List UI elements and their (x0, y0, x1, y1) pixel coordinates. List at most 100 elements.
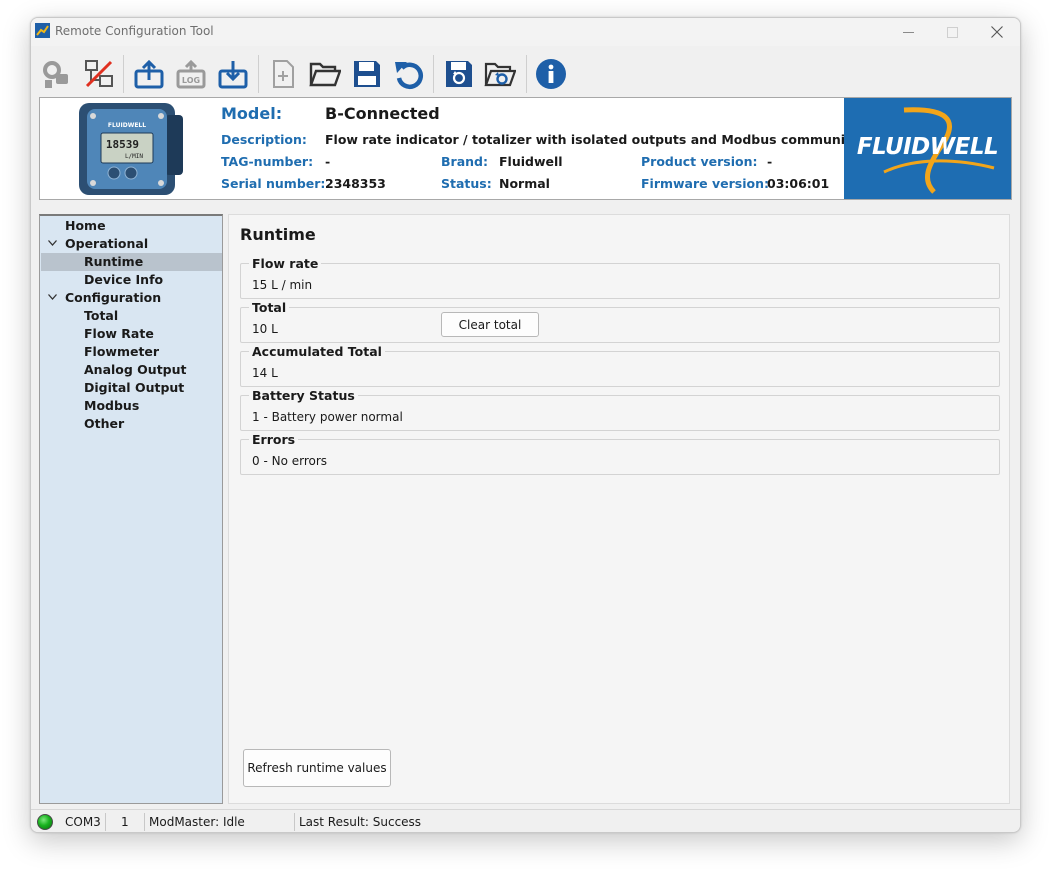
tree-item-flow-rate[interactable]: Flow Rate (84, 325, 154, 343)
connect-button[interactable] (38, 56, 74, 92)
app-icon (35, 23, 50, 38)
tree-item-home[interactable]: Home (65, 217, 106, 235)
toolbar-separator (123, 55, 124, 93)
tree-item-flowmeter[interactable]: Flowmeter (84, 343, 159, 361)
device-display-unit: L/MIN (125, 153, 143, 160)
connection-status-icon (37, 814, 53, 830)
description-value: Flow rate indicator / totalizer with iso… (325, 132, 889, 147)
battery-status-group: Battery Status 1 - Battery power normal (240, 388, 1000, 431)
download-icon (218, 61, 248, 89)
app-window: Remote Configuration Tool LOG FLUIDWELL … (30, 17, 1021, 833)
firmware-version-value: 03:06:01 (767, 176, 830, 191)
logo-text: FLUIDWELL (856, 134, 999, 160)
tree-item-total[interactable]: Total (84, 307, 118, 325)
total-group: Total 10 L Clear total (240, 300, 1000, 343)
status-last-result: Last Result: Success (299, 815, 422, 829)
total-title: Total (249, 300, 290, 315)
close-button[interactable] (976, 21, 1018, 43)
toolbar-separator (258, 55, 259, 93)
window-title: Remote Configuration Tool (55, 24, 214, 38)
minimize-icon (902, 31, 914, 33)
log-icon: LOG (176, 59, 206, 89)
disconnect-icon (85, 60, 113, 88)
clear-total-button[interactable]: Clear total (441, 312, 539, 337)
errors-value: 0 - No errors (252, 454, 328, 468)
info-button[interactable] (533, 56, 569, 92)
status-separator (105, 813, 106, 831)
tree-item-modbus[interactable]: Modbus (84, 397, 139, 415)
minimize-button[interactable] (887, 21, 929, 43)
status-separator (144, 813, 145, 831)
undo-icon (395, 62, 424, 89)
flow-rate-title: Flow rate (249, 256, 322, 271)
tag-number-value: - (325, 154, 331, 169)
status-value: Normal (499, 176, 550, 191)
log-button[interactable]: LOG (173, 56, 209, 92)
status-port: COM3 (65, 815, 101, 829)
tag-number-label: TAG-number: (221, 154, 314, 169)
tree-item-operational[interactable]: Operational (65, 235, 148, 253)
panel-title: Runtime (240, 225, 316, 244)
download-button[interactable] (215, 56, 251, 92)
navigation-tree: Home Operational Runtime Device Info Con… (39, 214, 223, 804)
save-button[interactable] (349, 56, 385, 92)
firmware-version-label: Firmware version: (641, 176, 769, 191)
brand-value: Fluidwell (499, 154, 563, 169)
save-icon (354, 61, 380, 87)
tree-item-other[interactable]: Other (84, 415, 124, 433)
open-folder-button[interactable] (307, 56, 343, 92)
save-device-button[interactable] (441, 56, 477, 92)
chevron-down-icon[interactable] (48, 294, 57, 300)
refresh-runtime-button[interactable]: Refresh runtime values (243, 749, 391, 787)
toolbar: LOG (31, 48, 1020, 96)
status-address: 1 (121, 815, 129, 829)
chevron-down-icon[interactable] (48, 240, 57, 246)
tree-item-digital-output[interactable]: Digital Output (84, 379, 184, 397)
open-device-button[interactable] (482, 56, 518, 92)
flow-rate-group: Flow rate 15 L / min (240, 256, 1000, 299)
svg-text:FLUIDWELL: FLUIDWELL (108, 122, 146, 129)
model-value: B-Connected (325, 104, 440, 123)
open-device-icon (484, 62, 516, 87)
battery-status-title: Battery Status (249, 388, 358, 403)
description-label: Description: (221, 132, 307, 147)
status-modmaster: ModMaster: Idle (149, 815, 245, 829)
new-file-icon (273, 60, 294, 88)
save-device-icon (446, 61, 472, 87)
tree-item-configuration[interactable]: Configuration (65, 289, 161, 307)
toolbar-separator (526, 55, 527, 93)
battery-status-value: 1 - Battery power normal (252, 410, 403, 424)
title-bar: Remote Configuration Tool (31, 18, 1020, 46)
disconnect-button[interactable] (81, 56, 117, 92)
info-icon (536, 59, 566, 89)
total-value: 10 L (252, 322, 278, 336)
open-folder-icon (309, 62, 341, 87)
product-version-value: - (767, 154, 773, 169)
flow-rate-value: 15 L / min (252, 278, 313, 292)
upload-icon (134, 59, 164, 89)
tree-item-analog-output[interactable]: Analog Output (84, 361, 187, 379)
device-image: FLUIDWELL 18539 L/MIN (79, 103, 183, 195)
accumulated-total-value: 14 L (252, 366, 278, 380)
serial-number-value: 2348353 (325, 176, 386, 191)
accumulated-total-group: Accumulated Total 14 L (240, 344, 1000, 387)
upload-button[interactable] (131, 56, 167, 92)
maximize-icon (946, 26, 958, 38)
device-header: FLUIDWELL 18539 L/MIN Model: B-Connected… (39, 97, 1012, 200)
status-bar: COM3 1 ModMaster: Idle Last Result: Succ… (31, 809, 1020, 832)
status-label: Status: (441, 176, 492, 191)
brand-label: Brand: (441, 154, 488, 169)
status-separator (294, 813, 295, 831)
tree-item-runtime[interactable]: Runtime (41, 253, 222, 271)
tree-item-device-info[interactable]: Device Info (84, 271, 163, 289)
connect-icon (43, 61, 68, 88)
serial-number-label: Serial number: (221, 176, 326, 191)
model-label: Model: (221, 104, 283, 123)
errors-group: Errors 0 - No errors (240, 432, 1000, 475)
errors-title: Errors (249, 432, 299, 447)
toolbar-separator (433, 55, 434, 93)
new-file-button[interactable] (265, 56, 301, 92)
svg-text:LOG: LOG (182, 76, 200, 85)
maximize-button[interactable] (931, 21, 973, 43)
undo-button[interactable] (391, 56, 427, 92)
